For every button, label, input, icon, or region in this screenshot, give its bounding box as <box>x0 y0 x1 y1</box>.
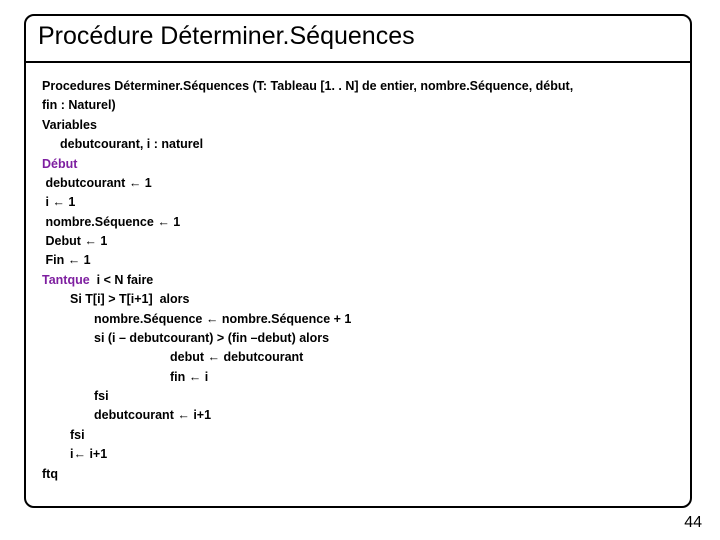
code-line: fsi <box>42 426 674 445</box>
code-line: Tantque i < N faire <box>42 271 674 290</box>
code-line: Début <box>42 155 674 174</box>
page-number: 44 <box>684 514 702 532</box>
code-line: debutcourant, i : naturel <box>42 135 674 154</box>
code-line: fsi <box>42 387 674 406</box>
code-line: si (i – debutcourant) > (fin –debut) alo… <box>42 329 674 348</box>
assign-arrow-icon: ← <box>206 312 219 326</box>
code-line: fin : Naturel) <box>42 96 674 115</box>
assign-arrow-icon: ← <box>52 195 65 209</box>
slide-title: Procédure Déterminer.Séquences <box>38 22 678 51</box>
code-body: Procedures Déterminer.Séquences (T: Tabl… <box>26 63 690 490</box>
assign-arrow-icon: ← <box>73 447 86 461</box>
code-line: Si T[i] > T[i+1] alors <box>42 290 674 309</box>
code-line: Variables <box>42 116 674 135</box>
code-line: ftq <box>42 465 674 484</box>
assign-arrow-icon: ← <box>157 215 170 229</box>
code-line: Fin ← 1 <box>42 251 674 270</box>
code-line: Debut ← 1 <box>42 232 674 251</box>
code-line: Procedures Déterminer.Séquences (T: Tabl… <box>42 77 674 96</box>
code-line: debut ← debutcourant <box>42 348 674 367</box>
assign-arrow-icon: ← <box>177 408 190 422</box>
assign-arrow-icon: ← <box>189 370 202 384</box>
keyword-tantque: Tantque <box>42 273 90 287</box>
code-line: i ← 1 <box>42 193 674 212</box>
assign-arrow-icon: ← <box>84 234 97 248</box>
code-line: debutcourant ← 1 <box>42 174 674 193</box>
code-line: debutcourant ← i+1 <box>42 406 674 425</box>
code-line: nombre.Séquence ← 1 <box>42 213 674 232</box>
code-line: nombre.Séquence ← nombre.Séquence + 1 <box>42 310 674 329</box>
assign-arrow-icon: ← <box>129 176 142 190</box>
slide-frame: Procédure Déterminer.Séquences Procedure… <box>24 14 692 508</box>
code-line: i← i+1 <box>42 445 674 464</box>
keyword-debut: Début <box>42 157 77 171</box>
code-line: fin ← i <box>42 368 674 387</box>
title-bar: Procédure Déterminer.Séquences <box>26 16 690 63</box>
assign-arrow-icon: ← <box>208 350 221 364</box>
assign-arrow-icon: ← <box>68 253 81 267</box>
